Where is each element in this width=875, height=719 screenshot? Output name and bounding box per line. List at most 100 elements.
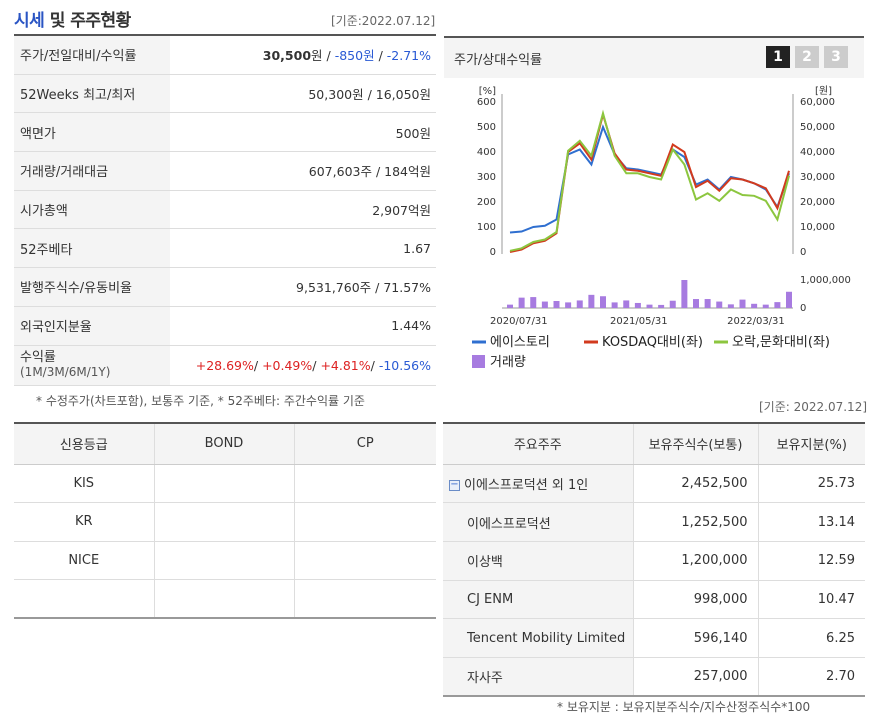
right-tick-label: 50,000: [800, 122, 835, 133]
holder-name-text: Tencent Mobility Limited: [467, 630, 626, 646]
volume-bar: [611, 302, 618, 308]
table-row: [14, 579, 436, 619]
chart-tab-1[interactable]: 1: [766, 46, 790, 68]
info-row: 액면가 500원: [14, 113, 436, 153]
volume-bar: [623, 300, 630, 308]
info-row-label: 52Weeks 최고/최저: [14, 74, 170, 113]
info-row: 거래량/거래대금 607,603주 / 184억원: [14, 152, 436, 191]
credit-agency: NICE: [14, 541, 155, 580]
holder-shares: 257,000: [633, 657, 759, 698]
info-row-value: 607,603주 / 184억원: [308, 164, 431, 180]
credit-bond: [154, 464, 295, 503]
credit-bond: [154, 579, 295, 619]
chart-tabs: 1 2 3: [766, 46, 848, 68]
left-axis-unit: [%]: [479, 86, 496, 97]
info-row-label: 52주베타: [14, 229, 170, 268]
right-tick-label: 30,000: [800, 172, 835, 183]
volume-zero-label: 0: [800, 303, 806, 314]
series-line-stock: [509, 124, 790, 234]
volume-bar: [646, 304, 653, 308]
table-row: 이상백 1,200,000 12.59: [443, 541, 865, 581]
volume-bar: [658, 304, 665, 308]
info-row-label: 외국인지분율: [14, 306, 170, 345]
x-tick-label: 2022/03/31: [727, 316, 785, 327]
info-row: 발행주식수/유동비율 9,531,760주 / 71.57%: [14, 268, 436, 307]
info-row: 52주베타 1.67: [14, 229, 436, 269]
credit-rating-table: 신용등급 BOND CP KIS KR NICE: [14, 422, 436, 619]
volume-bar: [634, 302, 641, 308]
volume-bar: [588, 294, 595, 308]
holders-base-date: [기준: 2022.07.12]: [759, 400, 868, 414]
return-period: (1M/3M/6M/1Y): [20, 365, 111, 379]
table-row: KIS: [14, 464, 436, 503]
holders-header-name: 주요주주: [443, 424, 634, 465]
credit-cp: [294, 579, 436, 619]
return-label: 수익률: [20, 350, 56, 365]
series-line-kosdaq: [509, 110, 790, 253]
return-row-label: 수익률 (1M/3M/6M/1Y): [14, 345, 170, 385]
credit-header-bond: BOND: [154, 424, 295, 465]
right-tick-label: 0: [800, 247, 806, 258]
price-sep-1: /: [322, 48, 335, 64]
info-row-value: 1.67: [403, 240, 431, 256]
volume-bar: [530, 297, 537, 308]
price-row: 주가/전일대비/수익률 30,500원 / -850원 / -2.71%: [14, 36, 436, 75]
left-tick-label: 500: [477, 122, 496, 133]
volume-bar: [669, 300, 676, 308]
credit-bond: [154, 541, 295, 580]
price-row-label: 주가/전일대비/수익률: [14, 36, 170, 74]
volume-bar: [786, 291, 792, 308]
left-tick-label: 100: [477, 222, 496, 233]
title-main: 시세: [14, 11, 45, 31]
holder-pct: 6.25: [758, 618, 865, 658]
holder-pct: 25.73: [758, 464, 865, 504]
x-tick-label: 2021/05/31: [610, 316, 668, 327]
left-tick-label: 300: [477, 172, 496, 183]
return-row: 수익률 (1M/3M/6M/1Y) +28.69%/ +0.49%/ +4.81…: [14, 345, 436, 386]
holder-name: 이에스프로덕션: [443, 502, 634, 542]
holder-name: − 이에스프로덕션 외 1인: [443, 464, 634, 504]
left-tick-label: 600: [477, 97, 496, 108]
table-row: NICE: [14, 541, 436, 580]
right-tick-label: 60,000: [800, 97, 835, 108]
credit-header-cp: CP: [294, 424, 436, 465]
info-row: 시가총액 2,907억원: [14, 190, 436, 230]
right-axis-unit: [원]: [815, 85, 832, 97]
volume-bar: [762, 304, 769, 308]
page-title: 시세 및 주주현황: [14, 6, 131, 31]
volume-bar: [727, 304, 734, 308]
credit-cp: [294, 502, 436, 542]
holder-name-text: 이상백: [467, 555, 503, 571]
right-tick-label: 10,000: [800, 222, 835, 233]
credit-cp: [294, 464, 436, 503]
holders-header-shares: 보유주식수(보통): [633, 424, 759, 465]
credit-bond: [154, 502, 295, 542]
holder-name-text: 이에스프로덕션: [467, 516, 551, 532]
info-row: 외국인지분율 1.44%: [14, 306, 436, 346]
table-row: KR: [14, 502, 436, 542]
price-chart-panel: 주가/상대수익률 1 2 3 [%] [원] 600 500 400 300 200 100 0…: [444, 36, 864, 386]
credit-agency: KIS: [14, 464, 155, 503]
holder-shares: 2,452,500: [633, 464, 759, 504]
credit-agency: KR: [14, 502, 155, 542]
right-tick-label: 40,000: [800, 147, 835, 158]
collapse-icon[interactable]: −: [449, 479, 460, 491]
holder-pct: 12.59: [758, 541, 865, 581]
table-row: CJ ENM 998,000 10.47: [443, 580, 865, 620]
info-row: 52Weeks 최고/최저 50,300원 / 16,050원: [14, 74, 436, 114]
volume-bar: [681, 280, 688, 308]
credit-header-grade: 신용등급: [14, 424, 155, 465]
price-row-value: 30,500원 / -850원 / -2.71%: [170, 45, 436, 64]
holder-shares: 998,000: [633, 580, 759, 620]
holder-name: Tencent Mobility Limited: [443, 618, 634, 658]
holder-name-text: 이에스프로덕션 외 1인: [464, 477, 589, 493]
chart-tab-3[interactable]: 3: [824, 46, 848, 68]
volume-bar: [704, 299, 711, 308]
price-rate: -2.71%: [386, 48, 431, 64]
chart-tab-2[interactable]: 2: [795, 46, 819, 68]
price-sep-2: /: [374, 48, 387, 64]
chart-title: 주가/상대수익률: [454, 52, 543, 68]
volume-bar: [507, 304, 513, 308]
return-3m: +0.49%: [262, 357, 313, 373]
volume-bar: [576, 300, 583, 308]
